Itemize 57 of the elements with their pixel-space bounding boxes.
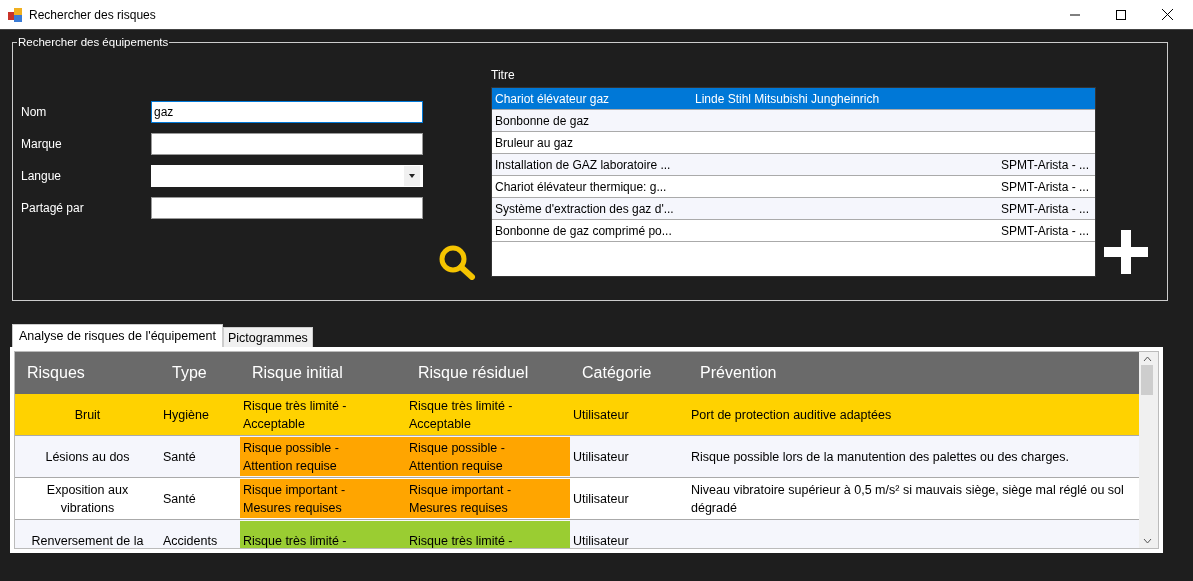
column-header[interactable]: Risque résiduel	[406, 364, 570, 382]
app-icon	[8, 7, 22, 22]
add-icon[interactable]	[1104, 230, 1148, 274]
result-item[interactable]: Bonbonne de gaz comprimé po... SPMT-Arista - ...	[492, 220, 1095, 242]
table-cell-text: Santé	[163, 490, 196, 508]
table-cell-text: Santé	[163, 448, 196, 466]
result-item[interactable]: Système d'extraction des gaz d'... SPMT-Arista - ...	[492, 198, 1095, 220]
list-header: Titre	[491, 68, 516, 82]
tab[interactable]: Analyse de risques de l'équipement	[12, 324, 223, 347]
table-cell-text: Hygiène	[163, 406, 209, 424]
table-cell-text: Risque possible lors de la manutention des palettes ou des charges.	[691, 448, 1069, 466]
group-title: Rechercher des équipements	[17, 36, 170, 48]
scroll-up-icon[interactable]	[1142, 356, 1152, 362]
table-cell-text: Renversement de la	[31, 532, 144, 548]
table-cell-text: Utilisateur	[573, 490, 629, 508]
table-cell-text: Niveau vibratoire supérieur à 0,5 m/s² si mauvais siège, siège mal réglé ou sol dégradé	[691, 481, 1125, 517]
table-cell-text: Bruit	[74, 406, 101, 424]
column-header[interactable]: Risques	[15, 364, 160, 382]
risk-level-cell: Risque possible - Attention requise	[240, 437, 406, 476]
risk-level-cell: Risque très limité -	[240, 521, 406, 548]
table-cell-text: Exposition aux vibrations	[45, 481, 130, 517]
column-header[interactable]: Prévention	[688, 364, 1139, 382]
field-label: Langue	[21, 169, 63, 183]
risk-level-cell: Risque important - Mesures requises	[406, 479, 570, 518]
dropdown-arrow-icon	[409, 174, 415, 178]
table-row[interactable]: Renversement de la Accidents Risque très limité - Risque très limité - Utilisateur	[15, 520, 1139, 548]
text-field[interactable]	[151, 133, 423, 155]
text-field[interactable]	[151, 197, 423, 219]
table-row[interactable]	[15, 478, 1139, 520]
field-label: Partagé par	[21, 201, 85, 215]
result-item[interactable]: Chariot élévateur gaz Linde Stihl Mitsubishi Jungheinrich	[492, 88, 1095, 110]
column-header[interactable]: Risque initial	[240, 364, 406, 382]
field-label: Marque	[21, 137, 63, 151]
window-title: Rechercher des risques	[29, 7, 156, 22]
scroll-thumb[interactable]	[1141, 365, 1153, 395]
search-icon[interactable]	[438, 244, 476, 280]
tab[interactable]: Pictogrammes	[222, 327, 313, 347]
column-header[interactable]: Catégorie	[570, 364, 688, 382]
table-row[interactable]: Lésions au dos Santé Risque possible - Attention requise Risque possible - Attention requise Utilisateur Risque possible lors de la manutention des palettes ou des charges.	[15, 436, 1139, 478]
scroll-down-icon[interactable]	[1142, 538, 1152, 544]
table-cell-text: Accidents	[163, 532, 218, 548]
result-item[interactable]: Bonbonne de gaz	[492, 110, 1095, 132]
table-row[interactable]: Bruit Hygiène Risque très limité - Acceptable Risque très limité - Acceptable Utilisateur Port de protection auditive adaptées	[15, 394, 1139, 436]
table-cell-text: Port de protection auditive adaptées	[691, 406, 892, 424]
risk-level-cell: Risque important - Mesures requises	[240, 479, 406, 518]
table-cell-text: Utilisateur	[573, 532, 629, 548]
risk-level-cell: Risque possible - Attention requise	[406, 437, 570, 476]
column-header[interactable]: Type	[160, 364, 240, 382]
risk-level-cell: Risque très limité -	[406, 521, 570, 548]
field-label: Nom	[21, 105, 48, 119]
maximize-icon[interactable]	[1116, 9, 1126, 20]
text-field[interactable]: gaz	[151, 101, 423, 123]
close-icon[interactable]	[1162, 9, 1173, 20]
table-cell-text: Utilisateur	[573, 448, 629, 466]
table-cell-text: Utilisateur	[573, 406, 629, 424]
result-item[interactable]: Installation de GAZ laboratoire ... SPMT-Arista - ...	[492, 154, 1095, 176]
table-cell-text: Lésions au dos	[45, 448, 130, 466]
